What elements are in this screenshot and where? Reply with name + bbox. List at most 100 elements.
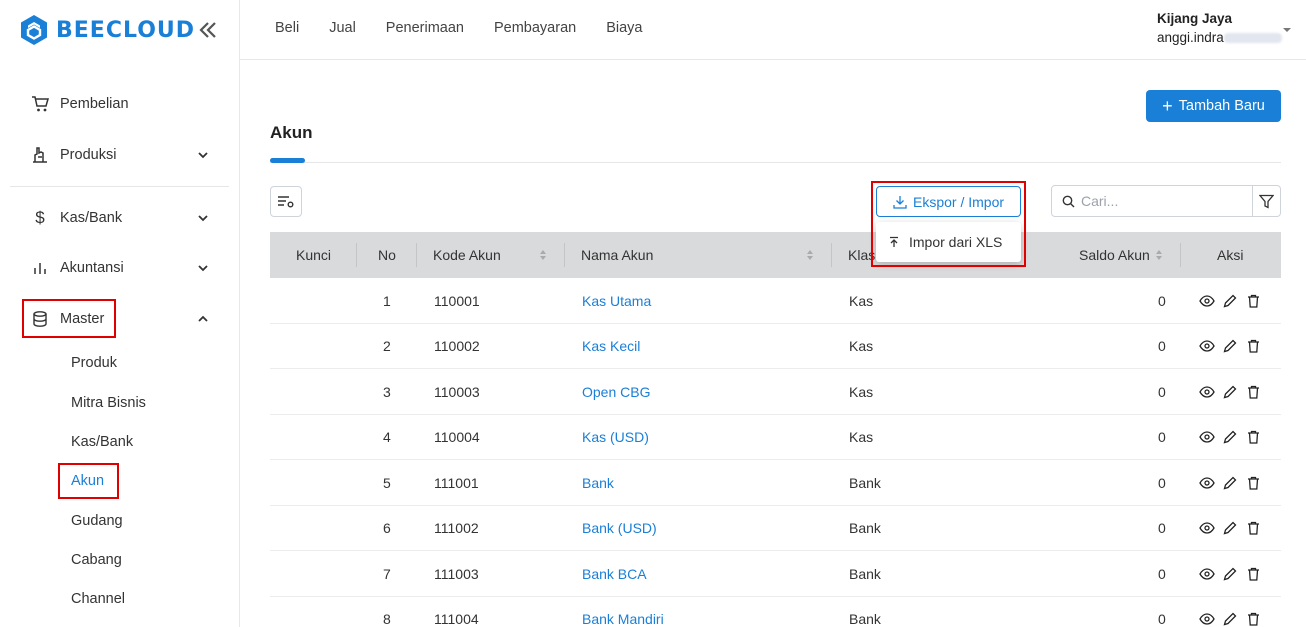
highlight-box — [58, 463, 119, 499]
cell-no: 8 — [383, 611, 391, 627]
trash-icon[interactable] — [1245, 566, 1261, 582]
sort-icon[interactable] — [539, 249, 547, 261]
table-row: 7 111003 Bank BCA Bank 0 — [270, 551, 1281, 597]
topnav-biaya[interactable]: Biaya — [606, 20, 642, 36]
sort-icon[interactable] — [806, 249, 814, 261]
eye-icon[interactable] — [1199, 429, 1215, 445]
table-header: Kunci No Kode Akun Nama Akun Klas Saldo … — [270, 232, 1281, 278]
topnav-beli[interactable]: Beli — [275, 20, 299, 36]
column-separator — [1180, 243, 1181, 267]
cell-saldo-akun: 0 — [1158, 611, 1166, 627]
cell-kode-akun: 111002 — [434, 520, 479, 536]
edit-pencil-icon[interactable] — [1222, 611, 1238, 627]
filter-button[interactable] — [1252, 185, 1281, 217]
header-saldo-akun[interactable]: Saldo Akun — [1079, 232, 1150, 278]
cell-klasifikasi: Kas — [849, 383, 874, 400]
topnav-jual[interactable]: Jual — [329, 20, 356, 36]
eye-icon[interactable] — [1199, 384, 1215, 400]
cell-nama-akun-link[interactable]: Bank — [582, 460, 614, 505]
cell-kode-akun: 111004 — [434, 611, 479, 627]
trash-icon[interactable] — [1245, 475, 1261, 491]
bar-chart-icon — [30, 258, 50, 278]
cell-no: 1 — [383, 292, 391, 309]
edit-pencil-icon[interactable] — [1222, 338, 1238, 354]
sort-icon[interactable] — [1155, 249, 1163, 261]
eye-icon[interactable] — [1199, 566, 1215, 582]
trash-icon[interactable] — [1245, 384, 1261, 400]
cell-klasifikasi: Bank — [849, 520, 881, 536]
eye-icon[interactable] — [1199, 293, 1215, 309]
trash-icon[interactable] — [1245, 520, 1261, 536]
chevron-down-icon — [198, 265, 208, 272]
sidebar-sub-mitra-bisnis[interactable]: Mitra Bisnis — [71, 395, 146, 411]
trash-icon[interactable] — [1245, 611, 1261, 627]
header-no[interactable]: No — [378, 232, 396, 278]
row-actions — [1199, 460, 1261, 505]
sidebar-item-pembelian[interactable]: Pembelian — [30, 92, 220, 116]
cell-nama-akun-link[interactable]: Bank BCA — [582, 551, 647, 596]
cell-klasifikasi: Bank — [849, 565, 881, 582]
chevron-down-icon — [198, 152, 208, 159]
edit-pencil-icon[interactable] — [1222, 293, 1238, 309]
user-menu[interactable]: Kijang Jaya anggi.indra — [1157, 11, 1282, 45]
edit-pencil-icon[interactable] — [1222, 566, 1238, 582]
search-input[interactable] — [1081, 193, 1241, 209]
cell-nama-akun-link[interactable]: Kas Utama — [582, 278, 651, 323]
add-new-button[interactable]: + Tambah Baru — [1146, 90, 1281, 122]
topnav-penerimaan[interactable]: Penerimaan — [386, 20, 464, 36]
header-kode-akun[interactable]: Kode Akun — [433, 232, 501, 278]
sidebar-item-kas-bank[interactable]: $ Kas/Bank — [30, 206, 220, 230]
row-actions — [1199, 415, 1261, 460]
caret-down-icon[interactable] — [1282, 26, 1292, 34]
eye-icon[interactable] — [1199, 338, 1215, 354]
trash-icon[interactable] — [1245, 338, 1261, 354]
page-title: Akun — [270, 123, 313, 142]
edit-pencil-icon[interactable] — [1222, 429, 1238, 445]
divider — [10, 186, 229, 187]
topnav-pembayaran[interactable]: Pembayaran — [494, 20, 576, 36]
trash-icon[interactable] — [1245, 429, 1261, 445]
edit-pencil-icon[interactable] — [1222, 384, 1238, 400]
cell-kode-akun: 110003 — [434, 383, 480, 400]
cell-kode-akun: 111001 — [434, 474, 479, 491]
header-nama-akun[interactable]: Nama Akun — [581, 232, 653, 278]
cell-saldo-akun: 0 — [1158, 520, 1166, 536]
eye-icon[interactable] — [1199, 520, 1215, 536]
cell-nama-akun-link[interactable]: Kas (USD) — [582, 415, 649, 460]
row-actions — [1199, 369, 1261, 414]
edit-pencil-icon[interactable] — [1222, 475, 1238, 491]
trash-icon[interactable] — [1245, 293, 1261, 309]
column-separator — [356, 243, 357, 267]
logo[interactable]: BEECLOUD — [20, 14, 195, 46]
sidebar-item-akuntansi[interactable]: Akuntansi — [30, 256, 220, 280]
plus-icon: + — [1162, 96, 1173, 116]
sidebar-sub-cabang[interactable]: Cabang — [71, 552, 122, 568]
row-actions — [1199, 278, 1261, 323]
table-row: 5 111001 Bank Bank 0 — [270, 460, 1281, 506]
sidebar-sub-kas-bank[interactable]: Kas/Bank — [71, 434, 133, 450]
header-kunci[interactable]: Kunci — [296, 232, 331, 278]
cell-nama-akun-link[interactable]: Kas Kecil — [582, 324, 640, 369]
edit-pencil-icon[interactable] — [1222, 520, 1238, 536]
row-actions — [1199, 597, 1261, 627]
sidebar-sub-channel[interactable]: Channel — [71, 591, 125, 607]
sidebar-sub-gudang[interactable]: Gudang — [71, 513, 123, 529]
table-row: 2 110002 Kas Kecil Kas 0 — [270, 324, 1281, 369]
cell-nama-akun-link[interactable]: Open CBG — [582, 369, 650, 414]
sidebar-item-produksi[interactable]: Produksi — [30, 143, 220, 167]
cell-nama-akun-link[interactable]: Bank Mandiri — [582, 597, 664, 627]
eye-icon[interactable] — [1199, 475, 1215, 491]
cell-no: 4 — [383, 429, 391, 445]
collapse-sidebar-icon[interactable] — [196, 18, 220, 42]
column-settings-button[interactable] — [270, 186, 302, 217]
beecloud-logo-icon — [21, 15, 47, 45]
cell-saldo-akun: 0 — [1158, 383, 1166, 400]
eye-icon[interactable] — [1199, 611, 1215, 627]
column-separator — [564, 243, 565, 267]
cell-nama-akun-link[interactable]: Bank (USD) — [582, 506, 657, 551]
search-box[interactable] — [1051, 185, 1253, 217]
cell-saldo-akun: 0 — [1158, 565, 1166, 582]
cell-klasifikasi: Kas — [849, 338, 874, 354]
sidebar-sub-produk[interactable]: Produk — [71, 355, 117, 371]
cart-icon — [30, 94, 50, 114]
